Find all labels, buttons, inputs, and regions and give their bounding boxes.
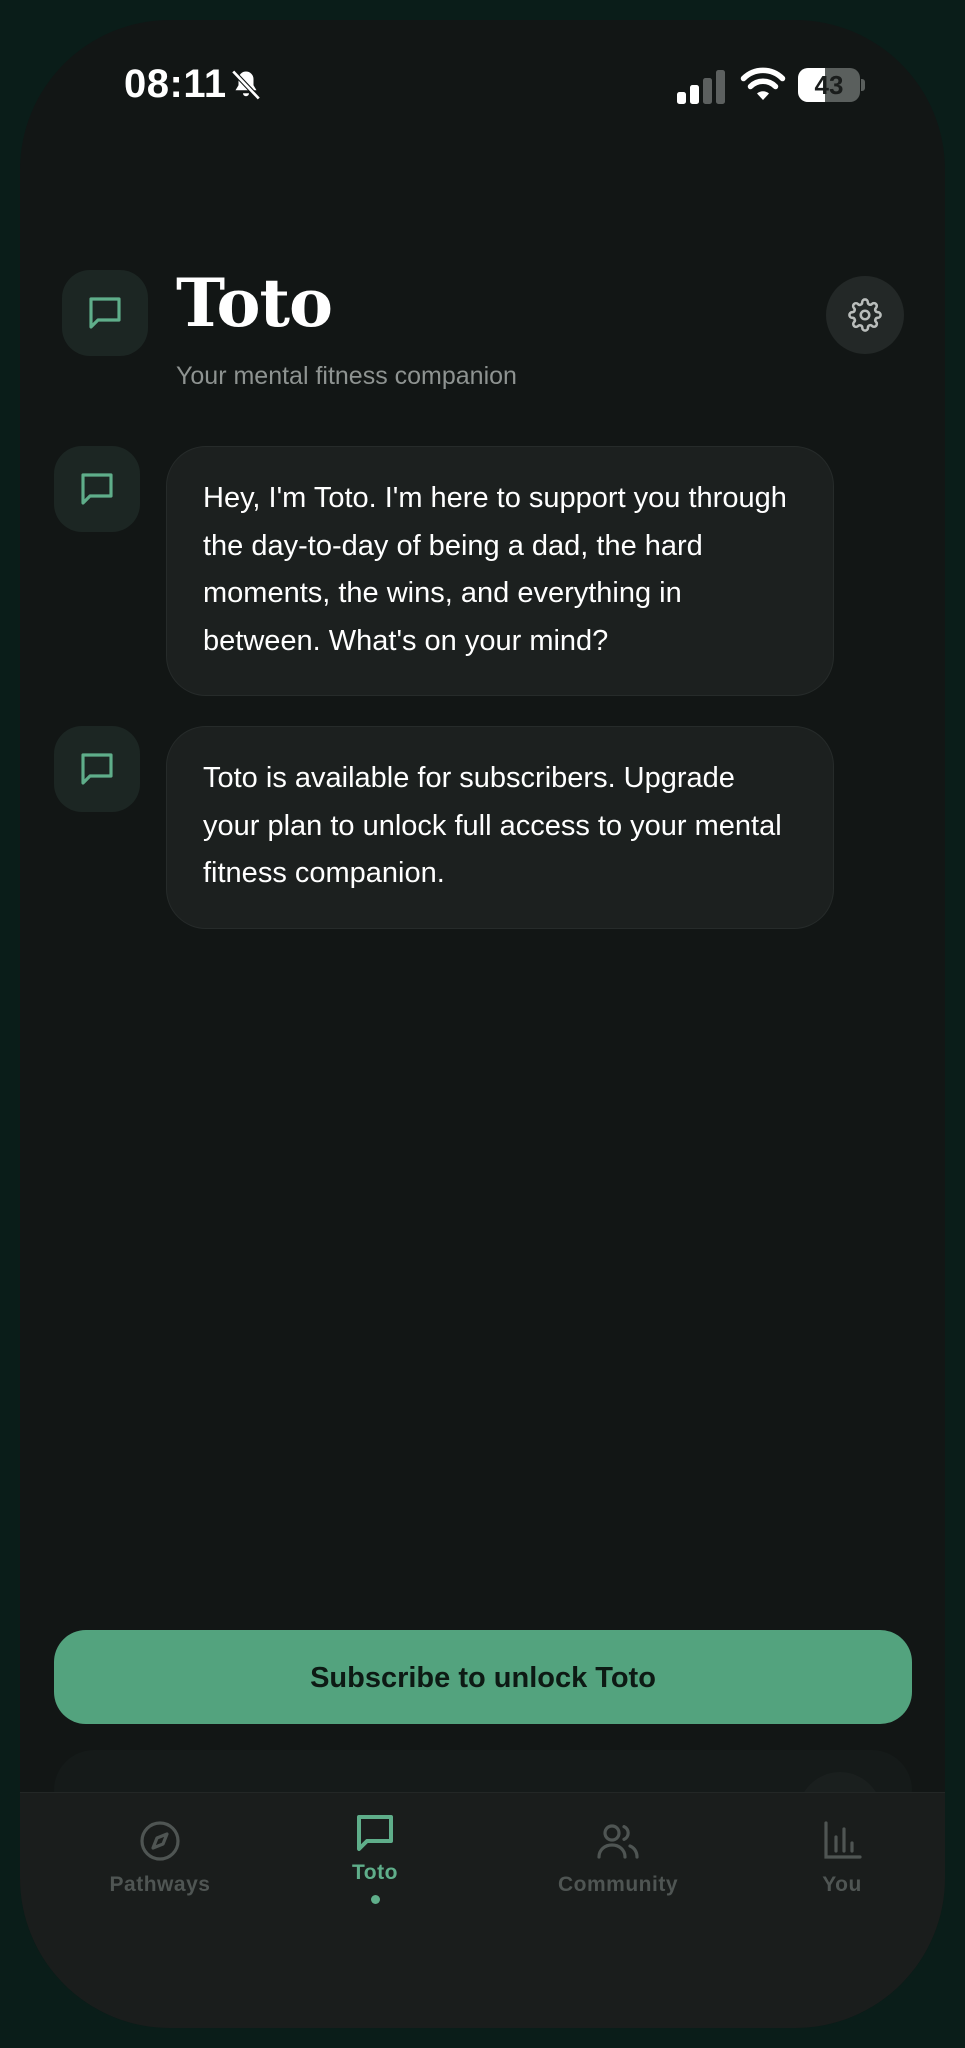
battery-body: 43	[798, 68, 860, 102]
wifi-icon	[740, 67, 786, 100]
active-tab-indicator	[370, 1895, 380, 1904]
battery-level: 43	[814, 70, 844, 100]
tab-label: You	[822, 1873, 862, 1896]
message-avatar	[54, 446, 140, 532]
message-square-icon	[81, 753, 113, 785]
battery-icon: 43	[798, 68, 865, 102]
tab-community[interactable]: Community	[518, 1817, 718, 1897]
message-bubble-greeting: Hey, I'm Toto. I'm here to support you t…	[166, 446, 834, 696]
bar-chart-icon	[824, 1821, 862, 1859]
signal-icon	[677, 70, 725, 104]
app-screen: 08:11 43 Toto Your mental fitness compan…	[20, 20, 945, 2028]
message-avatar	[54, 726, 140, 812]
status-time: 08:11	[124, 62, 227, 106]
tab-label: Community	[558, 1873, 678, 1896]
message-bubble-subscription: Toto is available for subscribers. Upgra…	[166, 726, 834, 929]
message-square-icon	[357, 1815, 393, 1851]
tab-pathways[interactable]: Pathways	[60, 1817, 260, 1897]
tab-you[interactable]: You	[742, 1817, 942, 1897]
tab-toto[interactable]: Toto	[275, 1809, 475, 1904]
device-frame: 08:11 43 Toto Your mental fitness compan…	[0, 0, 965, 2048]
message-square-icon	[81, 473, 113, 505]
users-icon	[597, 1824, 639, 1859]
bell-off-icon	[231, 69, 261, 101]
page-title: Toto	[176, 264, 333, 342]
battery-cap	[861, 79, 865, 91]
settings-button[interactable]	[826, 276, 904, 354]
message-square-icon	[89, 297, 121, 329]
toto-avatar	[62, 270, 148, 356]
tab-label: Toto	[352, 1861, 398, 1884]
compass-icon	[140, 1821, 180, 1861]
gear-icon	[848, 298, 882, 332]
page-subtitle: Your mental fitness companion	[176, 362, 517, 390]
subscribe-button[interactable]: Subscribe to unlock Toto	[54, 1630, 912, 1724]
tab-label: Pathways	[109, 1873, 211, 1896]
tab-bar: Pathways Toto Community You	[20, 1792, 945, 2028]
